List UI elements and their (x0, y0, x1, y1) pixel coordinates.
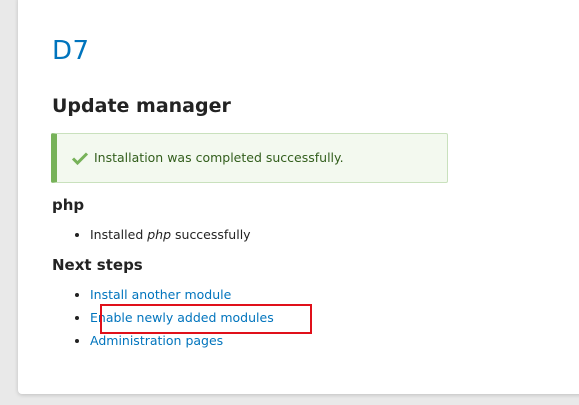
next-steps-heading: Next steps (52, 256, 143, 274)
install-another-module-link[interactable]: Install another module (90, 287, 231, 302)
list-item: Installed php successfully (90, 226, 251, 249)
project-result-list: Installed php successfully (72, 226, 251, 249)
administration-pages-link[interactable]: Administration pages (90, 333, 223, 348)
status-message: Installation was completed successfully. (51, 133, 448, 183)
status-message-text: Installation was completed successfully. (94, 150, 344, 165)
page-title: Update manager (52, 95, 231, 117)
check-icon (71, 152, 89, 166)
project-heading: php (52, 196, 85, 214)
result-prefix: Installed (90, 227, 148, 242)
result-suffix: successfully (171, 227, 251, 242)
list-item: Administration pages (90, 332, 274, 355)
result-name: php (147, 227, 172, 242)
highlight-box (100, 304, 312, 334)
site-name-link[interactable]: D7 (52, 36, 90, 66)
